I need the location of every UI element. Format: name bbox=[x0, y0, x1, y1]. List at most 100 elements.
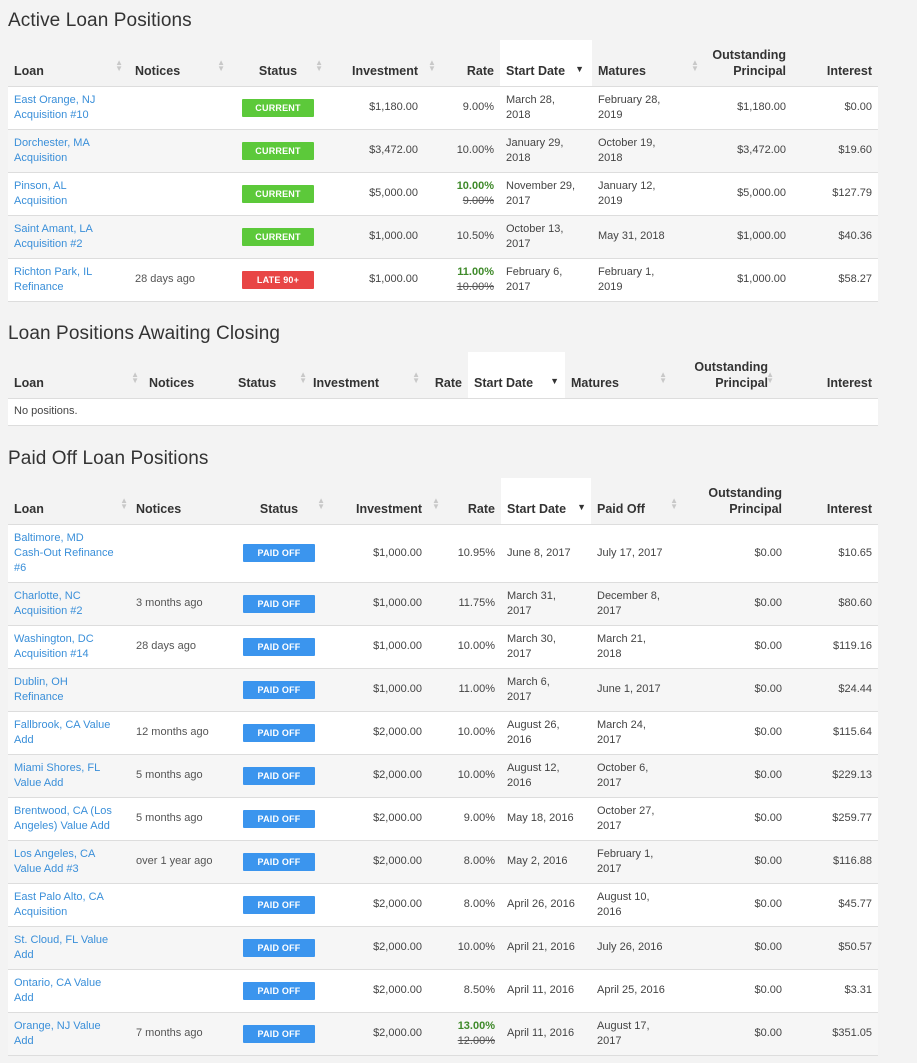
col-header-status[interactable]: Status ▲ ▼ bbox=[229, 478, 329, 525]
outstanding-cell: $1,000.00 bbox=[689, 258, 792, 302]
interest-cell: $351.05 bbox=[788, 1012, 878, 1056]
rate-old: 12.00% bbox=[457, 1034, 495, 1047]
start-date-cell: June 8, 2017 bbox=[501, 524, 591, 583]
loan-link[interactable]: Baltimore, MD Cash-Out Refinance #6 bbox=[8, 524, 130, 583]
col-header-rate[interactable]: Rate bbox=[420, 352, 468, 399]
loan-link[interactable]: St. Cloud, FL Value Add bbox=[8, 926, 130, 970]
loan-link[interactable]: Charlotte, NC Acquisition #2 bbox=[8, 582, 130, 626]
col-header-notices[interactable]: Notices bbox=[143, 352, 232, 399]
investment-cell: $2,000.00 bbox=[329, 969, 428, 1013]
col-header-investment[interactable]: Investment ▲ ▼ bbox=[307, 352, 420, 399]
interest-cell: $3.31 bbox=[788, 969, 878, 1013]
status-cell: CURRENT bbox=[229, 215, 327, 259]
notices-cell bbox=[130, 524, 229, 583]
col-header-notices[interactable]: Notices bbox=[130, 478, 229, 525]
loan-link[interactable]: Brentwood, CA (Los Angeles) Value Add bbox=[8, 797, 130, 841]
loan-link[interactable]: Dublin, OH Refinance bbox=[8, 668, 130, 712]
col-header-investment[interactable]: Investment bbox=[327, 40, 424, 87]
col-header-outstanding-principal[interactable]: Outstanding Principal ▲ ▼ bbox=[671, 352, 774, 399]
col-header-start-date[interactable]: Start Date ▼ bbox=[468, 352, 565, 399]
rate-old: 9.00% bbox=[462, 194, 494, 207]
col-header-matures[interactable]: Matures bbox=[592, 40, 689, 87]
col-header-outstanding-principal[interactable]: Outstanding Principal ▲ ▼ bbox=[689, 40, 792, 87]
col-header-status[interactable]: Status ▲ ▼ bbox=[232, 352, 307, 399]
loan-link[interactable]: Fallbrook, CA Value Add bbox=[8, 711, 130, 755]
rate-cell: 11.75% bbox=[428, 582, 501, 626]
status-badge: PAID OFF bbox=[243, 544, 315, 562]
col-header-loan[interactable]: Loan ▲ ▼ bbox=[8, 352, 143, 399]
loan-link[interactable]: East Palo Alto, CA Acquisition bbox=[8, 883, 130, 927]
col-header-matures[interactable]: Matures ▲ ▼ bbox=[565, 352, 671, 399]
start-date-cell: March 31, 2017 bbox=[501, 582, 591, 626]
investment-cell: $1,180.00 bbox=[327, 86, 424, 130]
col-header-interest[interactable]: Interest bbox=[788, 478, 878, 525]
status-cell: CURRENT bbox=[229, 129, 327, 173]
status-badge: CURRENT bbox=[242, 141, 314, 160]
caret-down-icon: ▼ bbox=[577, 501, 586, 512]
loan-link[interactable]: Orange, NJ Value Add bbox=[8, 1012, 130, 1056]
start-date-cell: April 11, 2016 bbox=[501, 1012, 591, 1056]
loan-link[interactable]: Dorchester, MA Acquisition bbox=[8, 129, 129, 173]
start-date-cell: April 11, 2016 bbox=[501, 969, 591, 1013]
paidoff-loans-table: Loan ▲ ▼ Notices Status ▲ ▼ Investment Rate ▲… bbox=[8, 478, 878, 1056]
outstanding-cell: $0.00 bbox=[688, 926, 788, 970]
status-badge: PAID OFF bbox=[243, 1024, 315, 1043]
col-header-interest[interactable]: Interest bbox=[774, 352, 878, 399]
loan-link[interactable]: Richton Park, IL Refinance bbox=[8, 258, 129, 302]
rate-cell: 9.00% bbox=[428, 797, 501, 841]
col-header-start-date[interactable]: Start Date ▼ bbox=[501, 478, 591, 525]
start-date-cell: January 29, 2018 bbox=[500, 129, 592, 173]
start-date-cell: August 12, 2016 bbox=[501, 754, 591, 798]
table-row: East Orange, NJ Acquisition #10 CURRENT $… bbox=[8, 86, 878, 130]
interest-cell: $115.64 bbox=[788, 711, 878, 755]
rate-cell: 10.00% bbox=[424, 129, 500, 173]
col-header-outstanding-principal[interactable]: Outstanding Principal bbox=[688, 478, 788, 525]
investment-cell: $2,000.00 bbox=[329, 797, 428, 841]
sort-arrows-icon: ▲ ▼ bbox=[412, 369, 420, 385]
col-header-notices[interactable]: Notices ▲ ▼ bbox=[129, 40, 229, 87]
loan-link[interactable]: Los Angeles, CA Value Add #3 bbox=[8, 840, 130, 884]
table-row: Dublin, OH Refinance PAID OFF $1,000.00 1… bbox=[8, 668, 878, 712]
rate-cell: 9.00% bbox=[424, 86, 500, 130]
status-badge: PAID OFF bbox=[243, 766, 315, 785]
loan-link[interactable]: Miami Shores, FL Value Add bbox=[8, 754, 130, 798]
col-header-status[interactable]: Status ▲ ▼ bbox=[229, 40, 327, 87]
status-cell: PAID OFF bbox=[229, 969, 329, 1013]
notices-cell: 28 days ago bbox=[129, 258, 229, 302]
col-header-loan[interactable]: Loan ▲ ▼ bbox=[8, 40, 129, 87]
col-header-rate[interactable]: Rate ▲ ▼ bbox=[428, 478, 501, 525]
end-date-cell: December 8, 2017 bbox=[591, 582, 688, 626]
loan-link[interactable]: Washington, DC Acquisition #14 bbox=[8, 625, 130, 669]
col-header-investment[interactable]: Investment bbox=[329, 478, 428, 525]
rate-cell: 10.00% bbox=[428, 711, 501, 755]
outstanding-cell: $0.00 bbox=[688, 668, 788, 712]
loan-link[interactable]: Ontario, CA Value Add bbox=[8, 969, 130, 1013]
loan-link[interactable]: Pinson, AL Acquisition bbox=[8, 172, 129, 216]
table-row: Dorchester, MA Acquisition CURRENT $3,472… bbox=[8, 129, 878, 173]
start-date-cell: November 29, 2017 bbox=[500, 172, 592, 216]
notices-cell: over 1 year ago bbox=[130, 840, 229, 884]
notices-cell bbox=[129, 86, 229, 130]
status-badge: CURRENT bbox=[242, 227, 314, 246]
notices-cell: 5 months ago bbox=[130, 797, 229, 841]
loan-link[interactable]: Saint Amant, LA Acquisition #2 bbox=[8, 215, 129, 259]
col-header-interest[interactable]: Interest bbox=[792, 40, 878, 87]
outstanding-cell: $0.00 bbox=[688, 840, 788, 884]
col-header-rate[interactable]: Rate ▲ ▼ bbox=[424, 40, 500, 87]
loan-link[interactable]: East Orange, NJ Acquisition #10 bbox=[8, 86, 129, 130]
interest-cell: $119.16 bbox=[788, 625, 878, 669]
col-header-start-date[interactable]: Start Date ▼ bbox=[500, 40, 592, 87]
outstanding-cell: $0.00 bbox=[688, 1012, 788, 1056]
status-badge: PAID OFF bbox=[243, 981, 315, 1000]
investment-cell: $2,000.00 bbox=[329, 926, 428, 970]
rate-cell: 11.00% bbox=[428, 668, 501, 712]
outstanding-cell: $1,180.00 bbox=[689, 86, 792, 130]
status-badge: PAID OFF bbox=[243, 637, 315, 656]
col-header-paid-off[interactable]: Paid Off ▲ ▼ bbox=[591, 478, 688, 525]
start-date-cell: May 18, 2016 bbox=[501, 797, 591, 841]
table-row: Washington, DC Acquisition #14 28 days ag… bbox=[8, 625, 878, 669]
sort-arrows-icon: ▲ ▼ bbox=[120, 495, 128, 511]
outstanding-cell: $0.00 bbox=[688, 625, 788, 669]
notices-cell: 12 months ago bbox=[130, 711, 229, 755]
col-header-loan[interactable]: Loan ▲ ▼ bbox=[8, 478, 130, 525]
